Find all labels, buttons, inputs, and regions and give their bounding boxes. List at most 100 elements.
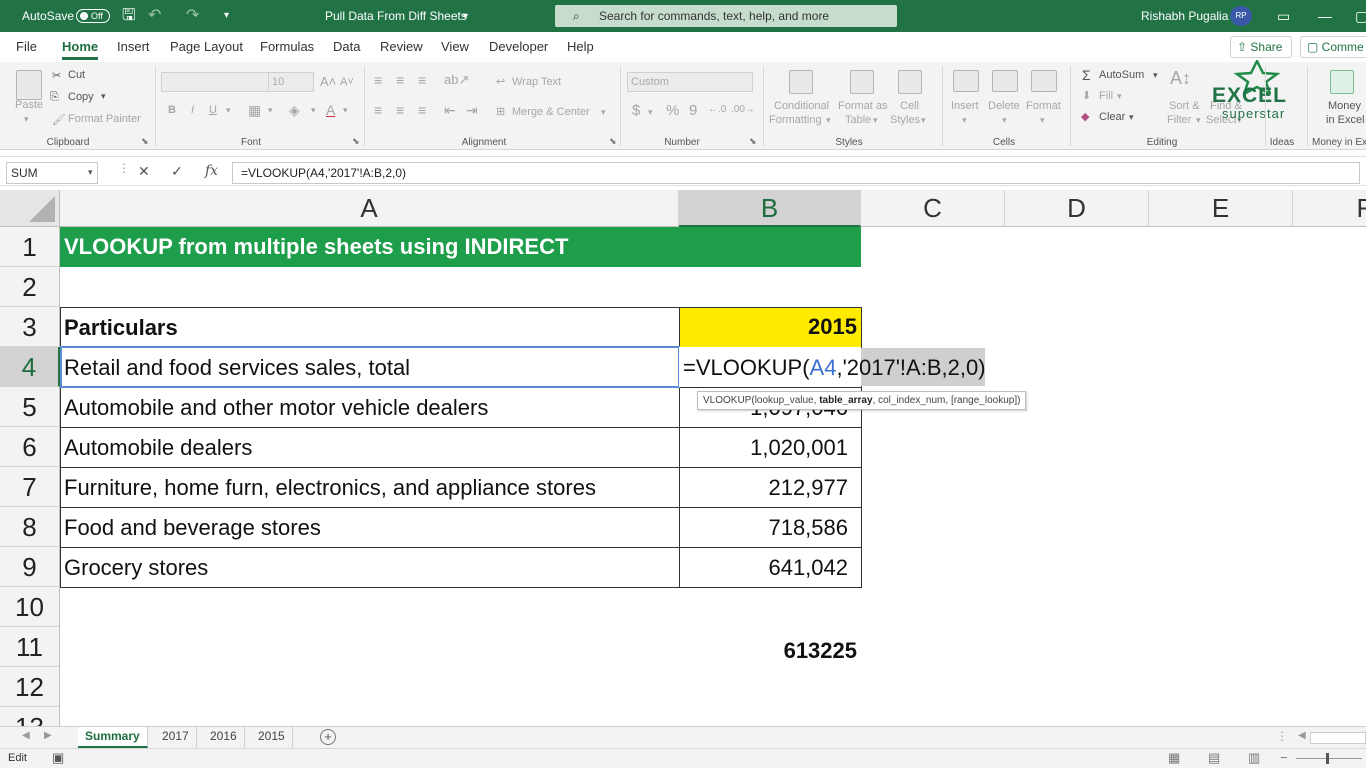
- format-cells-icon[interactable]: [1031, 70, 1057, 92]
- cut-label[interactable]: Cut: [68, 69, 85, 81]
- share-button[interactable]: ⇧ Share: [1230, 36, 1292, 58]
- tab-home[interactable]: Home: [62, 39, 99, 60]
- undo-icon[interactable]: ↶: [148, 0, 161, 32]
- title-dropdown-icon[interactable]: ▼: [461, 0, 470, 32]
- paste-label[interactable]: Paste: [15, 99, 43, 111]
- tab-file[interactable]: File: [16, 39, 37, 54]
- row-value[interactable]: 718,586: [683, 508, 848, 548]
- row-label[interactable]: Automobile and other motor vehicle deale…: [64, 388, 488, 428]
- macro-record-icon[interactable]: ▣: [52, 750, 64, 766]
- column-header-c[interactable]: C: [861, 190, 1005, 227]
- sort-filter-label-1[interactable]: Sort &: [1169, 100, 1200, 112]
- row-header-8[interactable]: 8: [0, 507, 60, 547]
- conditional-formatting-label-2[interactable]: Formatting: [769, 114, 822, 126]
- autosum-dropdown-icon[interactable]: ▾: [1153, 70, 1158, 81]
- underline-dropdown-icon[interactable]: ▾: [226, 105, 231, 116]
- align-top-icon[interactable]: ≡: [374, 72, 382, 88]
- number-launcher-icon[interactable]: ⬊: [749, 136, 757, 147]
- underline-button[interactable]: U: [209, 104, 217, 116]
- alignment-launcher-icon[interactable]: ⬊: [609, 136, 617, 147]
- scroll-tabs-left-icon[interactable]: ◀: [22, 730, 30, 741]
- in-cell-formula[interactable]: =VLOOKUP(A4,'2017'!A:B,2,0): [683, 348, 986, 388]
- align-bottom-icon[interactable]: ≡: [418, 72, 426, 88]
- tab-review[interactable]: Review: [380, 39, 423, 54]
- particulars-header[interactable]: Particulars: [64, 308, 178, 348]
- search-box[interactable]: ⌕ Search for commands, text, help, and m…: [555, 5, 897, 27]
- row-header-13[interactable]: 13: [0, 707, 60, 726]
- cell-styles-dropdown-icon[interactable]: ▾: [921, 115, 926, 126]
- enter-button[interactable]: ✓: [171, 163, 183, 180]
- fill-color-icon[interactable]: ◈: [289, 102, 300, 119]
- font-name-field[interactable]: [161, 72, 269, 92]
- maximize-icon[interactable]: ▢: [1355, 0, 1366, 32]
- customize-qat-icon[interactable]: ▾: [224, 0, 229, 32]
- row-header-7[interactable]: 7: [0, 467, 60, 507]
- currency-button[interactable]: $: [632, 102, 640, 119]
- format-painter-label[interactable]: Format Painter: [68, 113, 141, 125]
- sort-filter-label-2[interactable]: Filter: [1167, 114, 1191, 126]
- document-title[interactable]: Pull Data From Diff Sheets: [325, 0, 467, 32]
- currency-dropdown-icon[interactable]: ▾: [648, 107, 653, 118]
- tab-page-layout[interactable]: Page Layout: [170, 39, 243, 54]
- merge-center-button[interactable]: Merge & Center: [512, 106, 590, 118]
- cancel-button[interactable]: ✕: [138, 163, 150, 180]
- sort-dropdown-icon[interactable]: ▾: [1196, 115, 1201, 126]
- format-cells-label[interactable]: Format: [1026, 100, 1061, 112]
- decrease-indent-icon[interactable]: ⇤: [444, 102, 456, 119]
- row-value[interactable]: 1,020,001: [683, 428, 848, 468]
- column-header-d[interactable]: D: [1005, 190, 1149, 227]
- row-header-4[interactable]: 4: [0, 347, 60, 387]
- align-right-icon[interactable]: ≡: [418, 102, 426, 118]
- money-label-2[interactable]: in Excel: [1326, 114, 1365, 126]
- row-header-1[interactable]: 1: [0, 227, 60, 267]
- grow-font-icon[interactable]: A˄: [320, 74, 336, 89]
- insert-cells-icon[interactable]: [953, 70, 979, 92]
- row-label[interactable]: Furniture, home furn, electronics, and a…: [64, 468, 596, 508]
- zoom-out-icon[interactable]: −: [1280, 750, 1288, 765]
- ribbon-display-icon[interactable]: ▭: [1277, 0, 1290, 32]
- comments-button[interactable]: ▢ Comme: [1300, 36, 1366, 58]
- tab-help[interactable]: Help: [567, 39, 594, 54]
- fill-button[interactable]: Fill: [1099, 90, 1113, 102]
- row-value[interactable]: 641,042: [683, 548, 848, 588]
- select-all-corner[interactable]: [0, 190, 60, 227]
- name-box[interactable]: SUM: [6, 162, 98, 184]
- column-header-e[interactable]: E: [1149, 190, 1293, 227]
- row-header-3[interactable]: 3: [0, 307, 60, 347]
- scroll-tabs-right-icon[interactable]: ▶: [44, 730, 52, 741]
- row-header-2[interactable]: 2: [0, 267, 60, 307]
- align-left-icon[interactable]: ≡: [374, 102, 382, 118]
- cell-styles-icon[interactable]: [898, 70, 922, 94]
- copy-dropdown-icon[interactable]: ▾: [101, 91, 106, 102]
- bold-button[interactable]: B: [168, 104, 176, 116]
- sheet-tab-2016[interactable]: 2016: [203, 727, 245, 748]
- user-name[interactable]: Rishabh Pugalia: [1141, 0, 1228, 32]
- formula-input[interactable]: =VLOOKUP(A4,'2017'!A:B,2,0): [232, 162, 1360, 184]
- sheet-tab-2017[interactable]: 2017: [155, 727, 197, 748]
- spreadsheet-grid[interactable]: A B C D E F 1 2 3 4 5 6 7 8 9 10 11 12 1…: [0, 190, 1366, 726]
- minimize-icon[interactable]: —: [1318, 0, 1332, 32]
- shrink-font-icon[interactable]: A˅: [340, 76, 354, 88]
- increase-decimal-icon[interactable]: ←.0: [708, 104, 726, 115]
- fill-dropdown-icon[interactable]: ▾: [1117, 91, 1122, 102]
- format-as-table-label-1[interactable]: Format as: [838, 100, 888, 112]
- delete-dropdown-icon[interactable]: ▾: [1002, 115, 1007, 126]
- conditional-formatting-label-1[interactable]: Conditional: [774, 100, 829, 112]
- name-box-dropdown-icon[interactable]: ▾: [88, 167, 93, 178]
- font-size-field[interactable]: 10: [268, 72, 314, 92]
- clipboard-launcher-icon[interactable]: ⬊: [141, 136, 149, 147]
- column-header-a[interactable]: A: [60, 190, 679, 227]
- insert-cells-label[interactable]: Insert: [951, 100, 979, 112]
- row-header-5[interactable]: 5: [0, 387, 60, 427]
- normal-view-icon[interactable]: ▦: [1168, 750, 1180, 766]
- insert-dropdown-icon[interactable]: ▾: [962, 115, 967, 126]
- tab-insert[interactable]: Insert: [117, 39, 150, 54]
- tab-data[interactable]: Data: [333, 39, 360, 54]
- function-tooltip[interactable]: VLOOKUP(lookup_value, table_array, col_i…: [697, 391, 1027, 410]
- column-header-f[interactable]: F: [1293, 190, 1366, 227]
- merge-dropdown-icon[interactable]: ▾: [601, 107, 606, 118]
- avatar[interactable]: RP: [1230, 6, 1252, 26]
- format-as-table-dropdown-icon[interactable]: ▾: [873, 115, 878, 126]
- align-middle-icon[interactable]: ≡: [396, 72, 404, 88]
- orientation-icon[interactable]: ab↗: [444, 72, 469, 88]
